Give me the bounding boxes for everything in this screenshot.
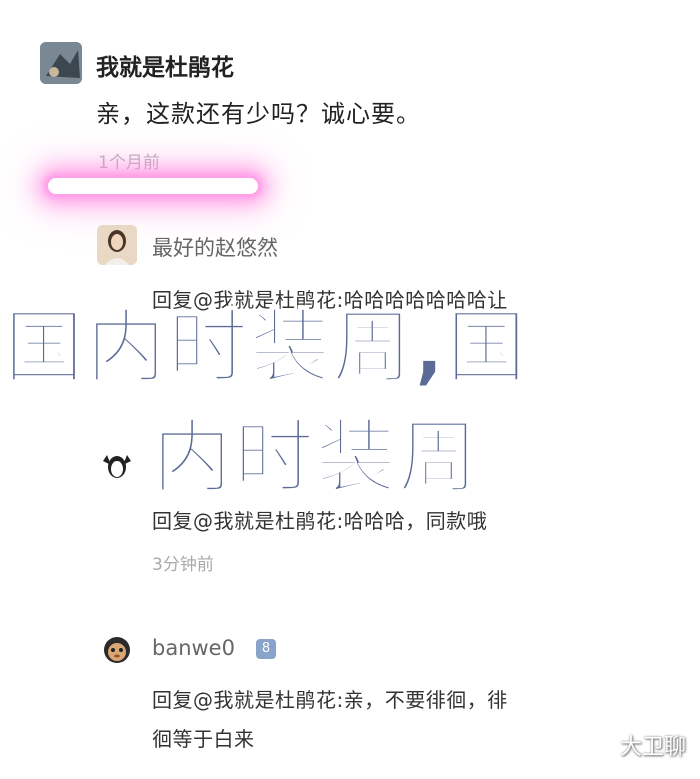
- reply-username[interactable]: 最好的赵悠然: [152, 232, 278, 262]
- neon-highlight-core: [54, 183, 252, 188]
- reply-text: 回复@我就是杜鹃花:亲，不要徘徊，徘: [152, 688, 508, 712]
- watermark: 大卫聊: [619, 735, 686, 760]
- avatar[interactable]: [97, 445, 137, 485]
- cartoon-avatar-icon: [97, 628, 137, 668]
- reply-username[interactable]: banwe0: [152, 636, 235, 660]
- reply-text-line2: 徊等于白来: [152, 727, 255, 751]
- reply-time: 3分钟前: [152, 555, 214, 575]
- cartoon-avatar-icon: [97, 445, 137, 485]
- comment-time: 1个月前: [98, 153, 160, 173]
- user-avatar-icon: [97, 225, 137, 265]
- comment-username[interactable]: 我就是杜鹃花: [96, 48, 234, 82]
- overlay-title-line2: 内时装周: [151, 411, 480, 504]
- overlay-title-line1: 国内时装周,国: [3, 301, 529, 394]
- reply-text: 回复@我就是杜鹃花:哈哈哈，同款哦: [152, 509, 488, 533]
- avatar[interactable]: [97, 225, 137, 265]
- avatar[interactable]: [40, 42, 82, 84]
- avatar[interactable]: [97, 628, 137, 668]
- verified-badge-icon: 8: [256, 639, 276, 659]
- comment-text: 亲，这款还有少吗？诚心要。: [96, 100, 421, 128]
- user-avatar-icon: [40, 42, 82, 84]
